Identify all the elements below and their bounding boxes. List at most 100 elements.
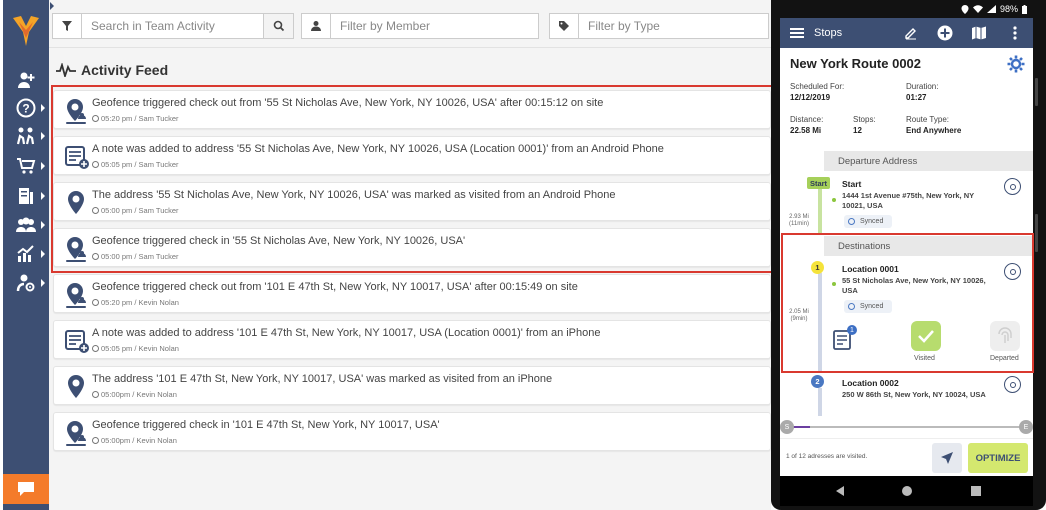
- feed-item[interactable]: Geofence triggered check out from '55 St…: [53, 90, 771, 129]
- more-options-icon[interactable]: [1006, 24, 1024, 42]
- collapse-arrow-icon[interactable]: [50, 2, 54, 10]
- feed-item-time-user: 05:05 pm / Sam Tucker: [101, 160, 179, 169]
- chat-button[interactable]: [3, 474, 49, 504]
- start-stop-name: Start: [842, 179, 862, 189]
- feed-item-meta: 05:05 pm / Sam Tucker: [92, 160, 179, 169]
- geofence-pin-icon: [64, 235, 90, 263]
- battery-percent: 98%: [999, 4, 1018, 14]
- optimize-button[interactable]: OPTIMIZE: [968, 443, 1028, 473]
- main-content: Search in Team Activity Filter by Member…: [49, 0, 771, 510]
- edit-icon[interactable]: [902, 24, 920, 42]
- feed-item-meta: 05:05 pm / Kevin Nolan: [92, 344, 179, 353]
- synced-label: Synced: [860, 218, 884, 225]
- nav-team[interactable]: [3, 211, 49, 239]
- clock-icon: [92, 437, 99, 444]
- type-filter-group: Filter by Type: [549, 13, 769, 39]
- feed-item-text: The address '55 St Nicholas Ave, New Yor…: [92, 189, 616, 201]
- feed-item[interactable]: A note was added to address '101 E 47th …: [53, 320, 771, 359]
- feed-item-time-user: 05:20 pm / Kevin Nolan: [101, 298, 179, 307]
- nav-help[interactable]: ?: [3, 94, 49, 122]
- clock-icon: [92, 207, 99, 214]
- power-button: [1035, 214, 1038, 252]
- note-icon: [64, 327, 90, 355]
- geofence-pin-icon: [64, 97, 90, 125]
- timeline-segment: [818, 388, 822, 416]
- steering-wheel-icon[interactable]: [1004, 178, 1021, 195]
- destinations-header: Destinations: [824, 236, 1033, 256]
- pulse-icon: [56, 63, 76, 77]
- stop-number-1: 1: [811, 261, 824, 274]
- back-nav-icon[interactable]: [836, 486, 845, 496]
- scheduled-value: 12/12/2019: [790, 93, 831, 102]
- departure-header: Departure Address: [824, 151, 1033, 171]
- nav-analytics[interactable]: [3, 240, 49, 268]
- member-icon: [301, 13, 331, 39]
- route-type-label: Route Type:: [906, 115, 949, 124]
- filter-icon[interactable]: [52, 13, 82, 39]
- search-group: Search in Team Activity: [52, 13, 294, 39]
- recents-nav-icon[interactable]: [971, 486, 981, 496]
- type-filter-input[interactable]: Filter by Type: [579, 13, 769, 39]
- add-user-icon: [18, 72, 35, 88]
- logo-icon[interactable]: [3, 6, 49, 56]
- nav-settings[interactable]: [3, 269, 49, 297]
- feed-item-time-user: 05:20 pm / Sam Tucker: [101, 114, 179, 123]
- add-stop-icon[interactable]: [936, 24, 954, 42]
- route-name: New York Route 0002: [790, 56, 922, 71]
- team-icon: [16, 217, 36, 232]
- route-progress: S E: [780, 420, 1033, 434]
- feed-item[interactable]: Geofence triggered check in '101 E 47th …: [53, 412, 771, 451]
- map-icon[interactable]: [970, 24, 988, 42]
- feed-item[interactable]: Geofence triggered check in '55 St Nicho…: [53, 228, 771, 267]
- start-badge: Start: [807, 177, 830, 189]
- feed-item[interactable]: A note was added to address '55 St Nicho…: [53, 136, 771, 175]
- feed-item-time-user: 05:00 pm / Sam Tucker: [101, 252, 179, 261]
- navigate-button[interactable]: [932, 443, 962, 473]
- timeline-segment: [818, 182, 822, 234]
- help-icon: ?: [16, 98, 36, 118]
- steering-wheel-icon[interactable]: [1004, 263, 1021, 280]
- home-nav-icon[interactable]: [901, 485, 913, 497]
- feed-item-text: A note was added to address '55 St Nicho…: [92, 143, 664, 155]
- nav-add-user[interactable]: [3, 66, 49, 94]
- search-input[interactable]: Search in Team Activity: [82, 13, 264, 39]
- feed-item[interactable]: Geofence triggered check out from '101 E…: [53, 274, 771, 313]
- clock-icon: [92, 345, 99, 352]
- nav-orders[interactable]: [3, 152, 49, 180]
- feed-item-meta: 05:20 pm / Kevin Nolan: [92, 298, 179, 307]
- synced-badge: Synced: [844, 215, 892, 228]
- departed-label: Departed: [990, 355, 1019, 362]
- feed-item-time-user: 05:00 pm / Sam Tucker: [101, 206, 179, 215]
- activity-feed-header: Activity Feed: [55, 60, 168, 80]
- battery-icon: [1022, 4, 1027, 14]
- scheduled-label: Scheduled For:: [790, 82, 845, 91]
- steering-wheel-icon[interactable]: [1004, 376, 1021, 393]
- chat-icon: [18, 482, 34, 496]
- distance-label: Distance:: [790, 115, 824, 124]
- member-filter-input[interactable]: Filter by Member: [331, 13, 539, 39]
- user-settings-icon: [16, 274, 35, 292]
- visited-button[interactable]: [911, 321, 941, 351]
- search-button[interactable]: [264, 13, 294, 39]
- notes-button[interactable]: 1: [832, 325, 857, 356]
- route-settings-icon[interactable]: [1007, 55, 1025, 78]
- route-people-icon: [16, 127, 35, 145]
- wifi-icon: [972, 5, 983, 13]
- feed-item-meta: 05:00 pm / Sam Tucker: [92, 206, 179, 215]
- status-bar: 98%: [780, 0, 1033, 18]
- feed-item-text: Geofence triggered check in '55 St Nicho…: [92, 235, 466, 247]
- feed-item[interactable]: The address '101 E 47th St, New York, NY…: [53, 366, 771, 405]
- visited-label: Visited: [914, 355, 935, 362]
- departed-button[interactable]: [990, 321, 1020, 351]
- feed-item[interactable]: The address '55 St Nicholas Ave, New Yor…: [53, 182, 771, 221]
- app-bar: Stops: [780, 18, 1033, 48]
- feed-item-text: The address '101 E 47th St, New York, NY…: [92, 373, 553, 385]
- nav-reports[interactable]: [3, 182, 49, 210]
- synced-badge: Synced: [844, 300, 892, 313]
- feed-item-meta: 05:00pm / Kevin Nolan: [92, 436, 177, 445]
- stop-1-name: Location 0001: [842, 264, 899, 274]
- feed-item-time-user: 05:05 pm / Kevin Nolan: [101, 344, 179, 353]
- nav-routes[interactable]: [3, 122, 49, 150]
- menu-icon[interactable]: [788, 24, 806, 42]
- signal-icon: [986, 5, 996, 13]
